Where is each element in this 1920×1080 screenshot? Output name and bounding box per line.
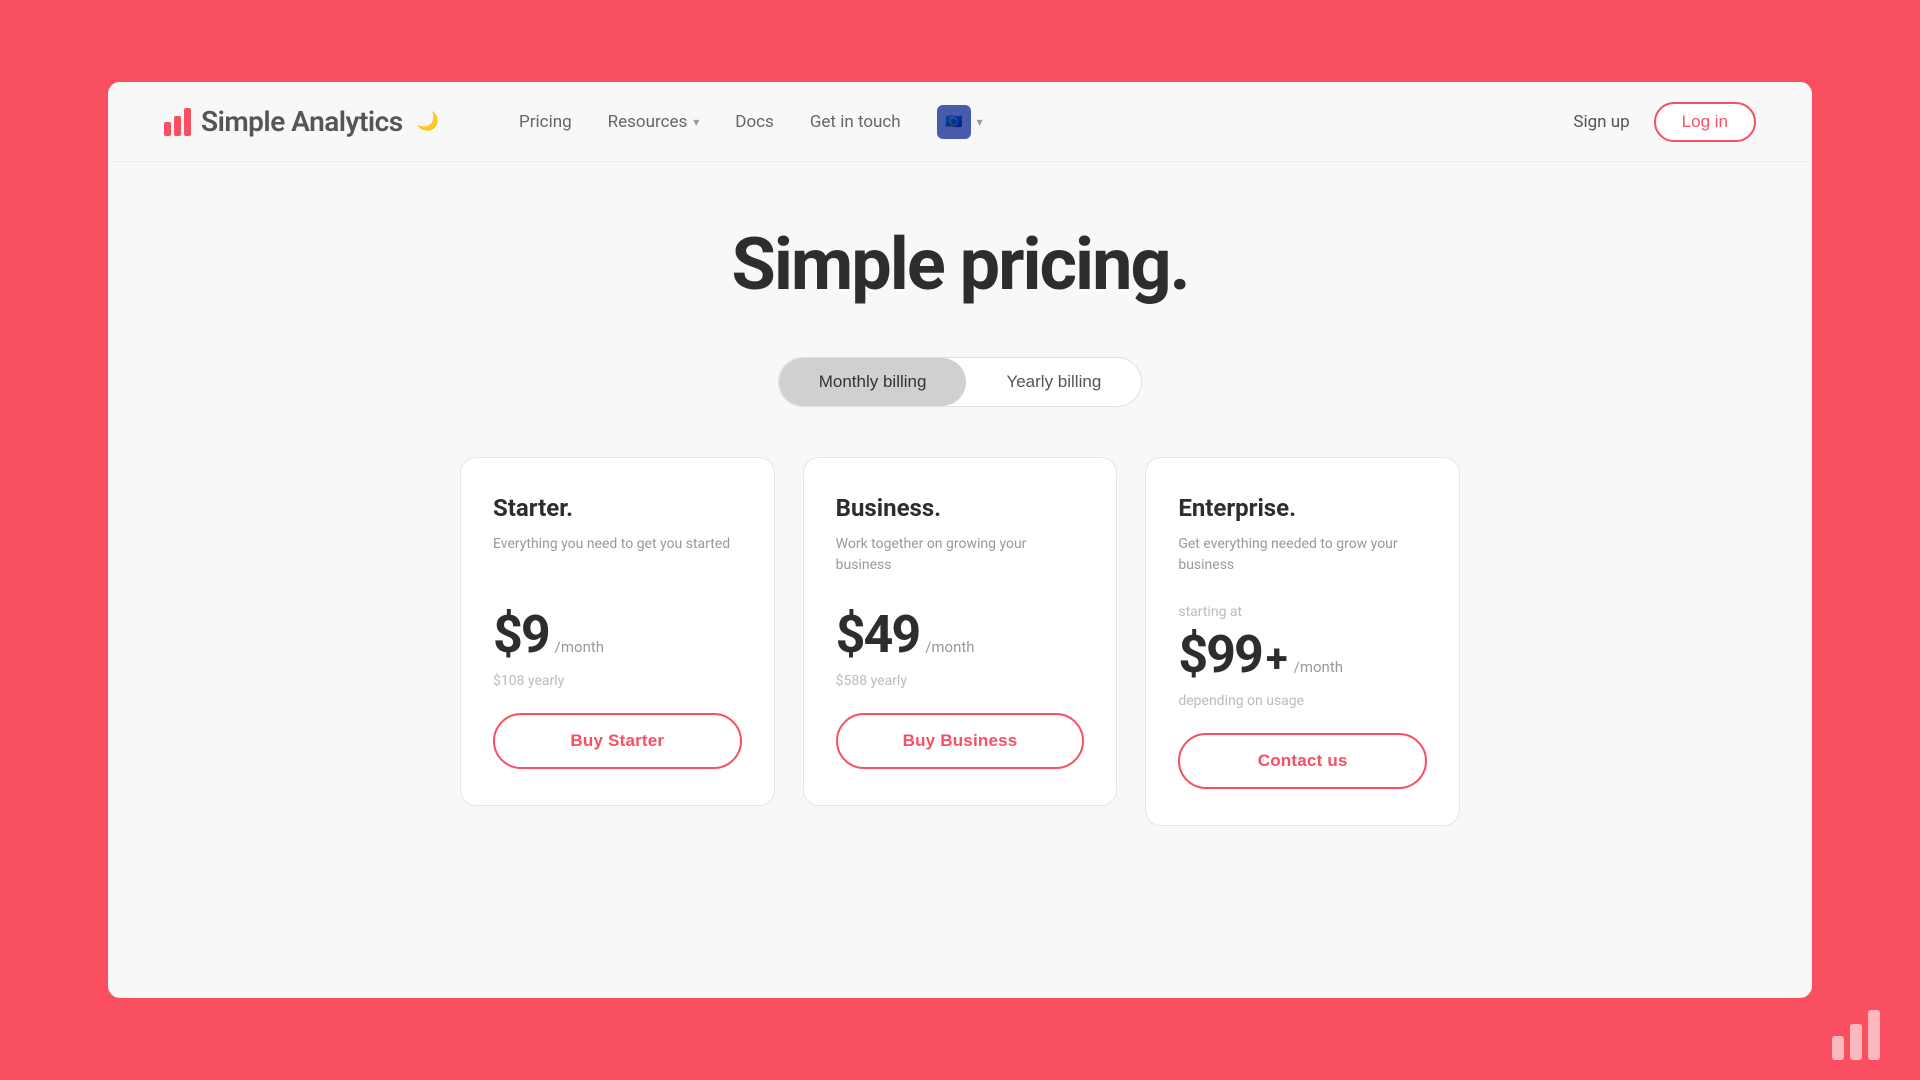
contact-us-button[interactable]: Contact us [1178,733,1427,789]
enterprise-price-period: /month [1294,658,1343,676]
monthly-billing-btn[interactable]: Monthly billing [779,358,967,406]
bg-decoration [1832,1010,1880,1060]
navbar: Simple Analytics 🌙 Pricing Resources ▾ D… [108,82,1812,162]
starter-card: Starter. Everything you need to get you … [460,457,775,806]
starter-price-period: /month [555,638,604,656]
business-card: Business. Work together on growing your … [803,457,1118,806]
enterprise-price-row: $99 + /month [1178,624,1427,685]
starting-at-label: starting at [1178,604,1427,620]
enterprise-plan-desc: Get everything needed to grow your busin… [1178,534,1427,576]
enterprise-card: Enterprise. Get everything needed to gro… [1145,457,1460,826]
bg-bar-3 [1868,1010,1880,1060]
starter-plan-desc: Everything you need to get you started [493,534,742,576]
login-button[interactable]: Log in [1654,102,1756,142]
sign-up-link[interactable]: Sign up [1573,112,1629,132]
logo-area[interactable]: Simple Analytics 🌙 [164,105,439,138]
bg-bar-1 [1832,1036,1844,1060]
business-price-row: $49 /month [836,604,1085,665]
business-price-period: /month [925,638,974,656]
enterprise-plan-name: Enterprise. [1178,494,1427,522]
page-title: Simple pricing. [732,222,1189,307]
business-plan-desc: Work together on growing your business [836,534,1085,576]
enterprise-price-plus: + [1266,635,1288,682]
buy-business-button[interactable]: Buy Business [836,713,1085,769]
yearly-billing-btn[interactable]: Yearly billing [966,358,1141,406]
brand-name: Simple Analytics [201,105,403,138]
chevron-down-icon-eu: ▾ [977,115,983,129]
nav-get-in-touch[interactable]: Get in touch [810,112,901,132]
nav-resources[interactable]: Resources ▾ [608,112,700,132]
eu-flag-selector[interactable]: 🇪🇺 ▾ [937,105,983,139]
depending-on-label: depending on usage [1178,693,1427,709]
chevron-down-icon: ▾ [693,115,699,129]
nav-docs[interactable]: Docs [735,112,774,132]
logo-bar-3 [184,108,191,136]
business-price-amount: $49 [836,604,920,665]
business-plan-name: Business. [836,494,1085,522]
content-area: Simple pricing. Monthly billing Yearly b… [108,162,1812,866]
eu-badge: 🇪🇺 [937,105,971,139]
logo-icon [164,108,191,136]
starter-price-row: $9 /month [493,604,742,665]
enterprise-price-amount: $99 [1178,624,1262,685]
bg-bar-2 [1850,1024,1862,1060]
starter-plan-name: Starter. [493,494,742,522]
nav-pricing[interactable]: Pricing [519,112,572,132]
billing-toggle: Monthly billing Yearly billing [778,357,1143,407]
moon-icon: 🌙 [417,111,439,132]
starter-price-amount: $9 [493,604,549,665]
nav-links: Pricing Resources ▾ Docs Get in touch 🇪🇺… [519,105,983,139]
starter-yearly: $108 yearly [493,673,742,689]
business-yearly: $588 yearly [836,673,1085,689]
nav-right: Sign up Log in [1573,102,1756,142]
pricing-cards: Starter. Everything you need to get you … [460,457,1460,826]
logo-bar-2 [174,116,181,136]
main-container: Simple Analytics 🌙 Pricing Resources ▾ D… [108,82,1812,998]
logo-bar-1 [164,122,171,136]
buy-starter-button[interactable]: Buy Starter [493,713,742,769]
